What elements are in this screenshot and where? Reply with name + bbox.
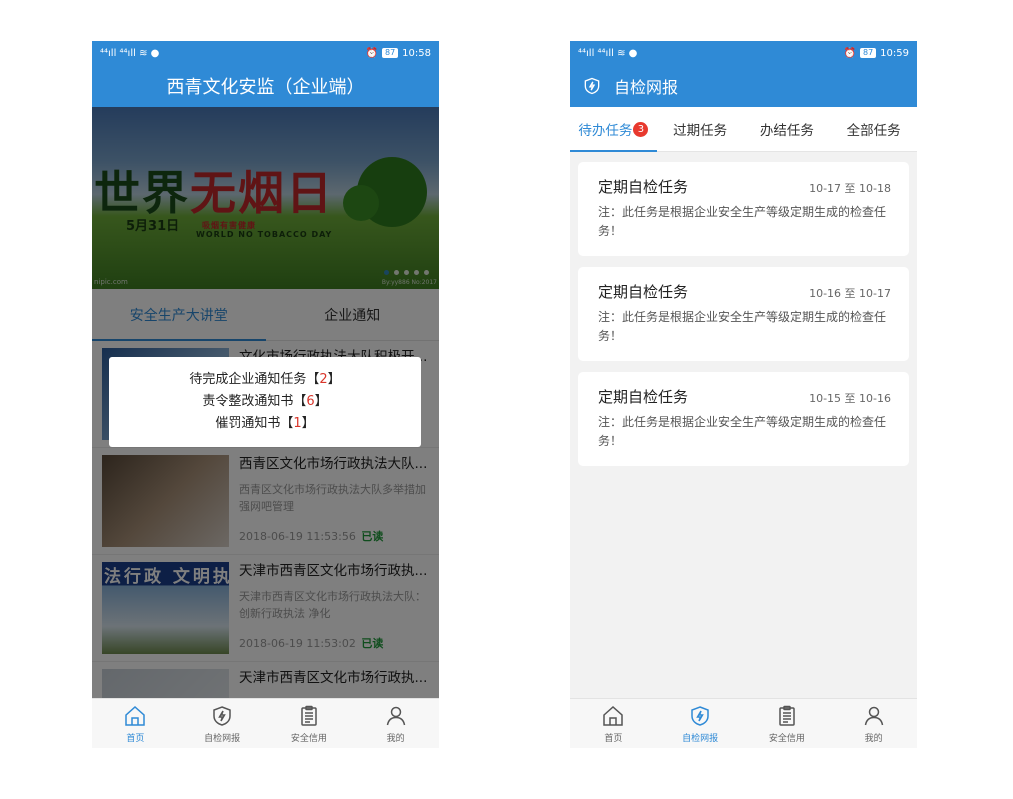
nav-mine[interactable]: 我的 <box>352 699 439 748</box>
tab-all[interactable]: 全部任务 <box>830 107 917 151</box>
page-title: 西青文化安监（企业端） <box>166 77 365 98</box>
task-tabs: 待办任务 3 过期任务 办结任务 全部任务 <box>570 107 917 152</box>
shield-bolt-icon <box>691 705 709 726</box>
pending-count-badge: 3 <box>633 121 649 137</box>
status-bar: ⁴⁴ıll ⁴⁴ıll ≋ ● ⏰ 87 10:59 <box>570 41 917 65</box>
nav-selfcheck[interactable]: 自检网报 <box>179 699 266 748</box>
task-card[interactable]: 定期自检任务 10-17 至 10-18 注：此任务是根据企业安全生产等级定期生… <box>578 162 909 256</box>
home-screen: ⁴⁴ıll ⁴⁴ıll ≋ ● ⏰ 87 10:58 西青文化安监（企业端） 世… <box>92 41 439 748</box>
task-title: 定期自检任务 <box>598 388 689 406</box>
bottom-nav: 首页 自检网报 安全信用 我的 <box>570 698 917 748</box>
task-note: 注：此任务是根据企业安全生产等级定期生成的检查任务！ <box>598 205 887 238</box>
alarm-icon: ⏰ <box>365 47 378 59</box>
home-icon <box>125 705 146 726</box>
task-date-range: 10-17 至 10-18 <box>809 182 891 195</box>
clipboard-icon <box>301 705 317 726</box>
shield-bolt-icon <box>213 705 231 726</box>
nav-mine[interactable]: 我的 <box>830 699 917 748</box>
nav-home[interactable]: 首页 <box>570 699 657 748</box>
app-bar: 西青文化安监（企业端） <box>92 65 439 107</box>
signal-icons: ⁴⁴ıll ⁴⁴ıll ≋ ● <box>578 47 638 59</box>
task-note: 注：此任务是根据企业安全生产等级定期生成的检查任务！ <box>598 310 887 343</box>
battery-level: 87 <box>859 48 877 58</box>
signal-icons: ⁴⁴ıll ⁴⁴ıll ≋ ● <box>100 47 160 59</box>
bottom-nav: 首页 自检网报 安全信用 我的 <box>92 698 439 748</box>
battery-level: 87 <box>381 48 399 58</box>
dialog-line-pending-notices[interactable]: 待完成企业通知任务【2】 <box>189 370 340 390</box>
tab-expired[interactable]: 过期任务 <box>657 107 744 151</box>
shield-bolt-icon <box>584 77 600 95</box>
status-time: 10:58 <box>402 47 431 59</box>
notice-dialog: 待完成企业通知任务【2】 责令整改通知书【6】 催罚通知书【1】 <box>109 357 421 447</box>
nav-credit[interactable]: 安全信用 <box>266 699 353 748</box>
status-bar: ⁴⁴ıll ⁴⁴ıll ≋ ● ⏰ 87 10:58 <box>92 41 439 65</box>
task-date-range: 10-15 至 10-16 <box>809 392 891 405</box>
clipboard-icon <box>779 705 795 726</box>
home-icon <box>603 705 624 726</box>
nav-home[interactable]: 首页 <box>92 699 179 748</box>
task-title: 定期自检任务 <box>598 178 689 196</box>
task-date-range: 10-16 至 10-17 <box>809 287 891 300</box>
task-list: 定期自检任务 10-17 至 10-18 注：此任务是根据企业安全生产等级定期生… <box>570 152 917 487</box>
task-card[interactable]: 定期自检任务 10-15 至 10-16 注：此任务是根据企业安全生产等级定期生… <box>578 372 909 466</box>
tab-pending[interactable]: 待办任务 3 <box>570 107 657 152</box>
task-note: 注：此任务是根据企业安全生产等级定期生成的检查任务！ <box>598 415 887 448</box>
nav-credit[interactable]: 安全信用 <box>744 699 831 748</box>
alarm-icon: ⏰ <box>843 47 856 59</box>
tab-completed[interactable]: 办结任务 <box>744 107 831 151</box>
task-card[interactable]: 定期自检任务 10-16 至 10-17 注：此任务是根据企业安全生产等级定期生… <box>578 267 909 361</box>
page-title: 自检网报 <box>614 78 679 97</box>
app-bar: 自检网报 <box>570 65 917 107</box>
status-time: 10:59 <box>880 47 909 59</box>
dialog-line-rectification[interactable]: 责令整改通知书【6】 <box>202 392 327 412</box>
selfcheck-screen: ⁴⁴ıll ⁴⁴ıll ≋ ● ⏰ 87 10:59 自检网报 待办任务 3 过期… <box>570 41 917 748</box>
task-title: 定期自检任务 <box>598 283 689 301</box>
user-icon <box>864 706 883 725</box>
user-icon <box>386 706 405 725</box>
dialog-line-penalty[interactable]: 催罚通知书【1】 <box>215 414 314 434</box>
nav-selfcheck[interactable]: 自检网报 <box>657 699 744 748</box>
